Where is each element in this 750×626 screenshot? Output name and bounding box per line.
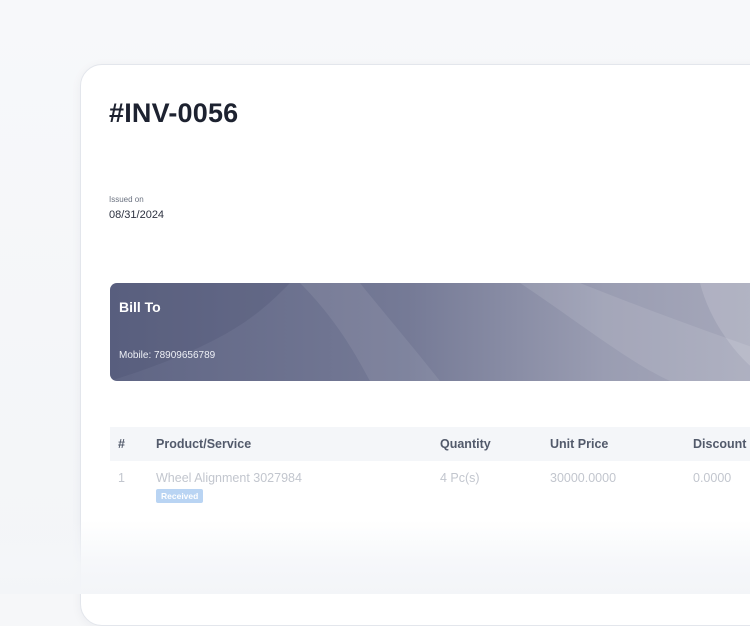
- column-header-quantity: Quantity: [440, 437, 491, 451]
- column-header-unit-price: Unit Price: [550, 437, 609, 451]
- issued-on-label: Issued on: [109, 195, 144, 204]
- items-table-header: # Product/Service Quantity Unit Price Di…: [110, 427, 750, 461]
- column-header-index: #: [118, 437, 125, 451]
- row-unit-price: 30000.0000: [550, 471, 617, 485]
- issued-date: 08/31/2024: [109, 209, 165, 221]
- bill-to-banner: Bill To Mobile: 78909656789: [110, 283, 750, 381]
- status-badge: Received: [156, 489, 204, 503]
- row-index: 1: [118, 471, 125, 485]
- page-background: #INV-0056 Issued on 08/31/2024 Bill To M…: [0, 0, 750, 626]
- row-product: Wheel Alignment 3027984: [156, 471, 302, 485]
- bill-to-title: Bill To: [119, 299, 161, 315]
- row-discount: 0.0000: [693, 471, 732, 485]
- invoice-number: #INV-0056: [109, 98, 239, 128]
- bill-to-mobile: Mobile: 78909656789: [119, 350, 216, 361]
- column-header-product: Product/Service: [156, 437, 252, 451]
- column-header-discount: Discount: [693, 437, 747, 451]
- bottom-fade-overlay: [0, 520, 750, 594]
- banner-wave-decoration: [110, 283, 750, 381]
- row-quantity: 4 Pc(s): [440, 471, 480, 485]
